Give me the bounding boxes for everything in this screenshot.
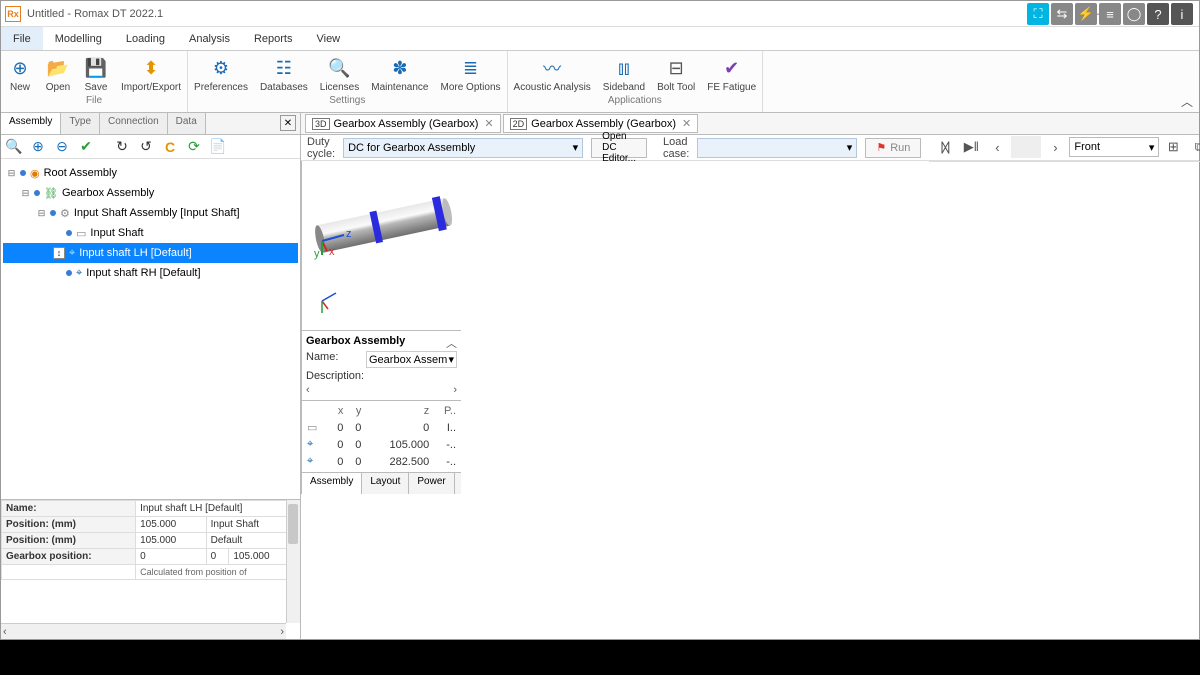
ribbon-sideband[interactable]: ⫾⫾Sideband <box>597 53 651 95</box>
model-tree[interactable]: ⊟◉Root Assembly ⊟⛓Gearbox Assembly ⊟⚙Inp… <box>1 159 300 499</box>
view-slider[interactable] <box>1011 136 1041 158</box>
left-tab-connection[interactable]: Connection <box>100 113 168 134</box>
load-case-select[interactable]: ▾ <box>697 138 857 158</box>
tree-root[interactable]: ⊟◉Root Assembly <box>3 163 298 183</box>
view-grid-icon[interactable]: ⊞ <box>1161 136 1185 158</box>
view-next-icon[interactable]: › <box>1043 136 1067 158</box>
sync-icon[interactable]: ⇆ <box>1051 3 1073 25</box>
ribbon-bolt-tool[interactable]: ⊟Bolt Tool <box>651 53 701 95</box>
tree-remove-icon[interactable]: ⊖ <box>53 138 71 156</box>
ribbon-collapse-icon[interactable]: ︿ <box>1181 93 1193 110</box>
left-tab-data[interactable]: Data <box>168 113 206 134</box>
view-prev-icon[interactable]: ‹ <box>985 136 1009 158</box>
view-copy-icon[interactable]: ⧉ <box>1187 136 1200 158</box>
tree-refresh1-icon[interactable]: ↻ <box>113 138 131 156</box>
ribbon-group-file: File <box>86 95 102 106</box>
help-icon[interactable]: ? <box>1147 3 1169 25</box>
prop-name[interactable]: Input shaft LH [Default] <box>136 501 300 517</box>
ribbon-preferences[interactable]: ⚙Preferences <box>188 53 254 95</box>
ribbon-open[interactable]: 📂Open <box>39 53 77 95</box>
tree-cycle-icon[interactable]: C <box>161 138 179 156</box>
gear-icon[interactable]: ◯ <box>1123 3 1145 25</box>
tree-input-shaft-rh[interactable]: ⌖Input shaft RH [Default] <box>3 263 298 283</box>
tree-refresh2-icon[interactable]: ↺ <box>137 138 155 156</box>
ribbon-acoustic[interactable]: 〰Acoustic Analysis <box>508 53 597 95</box>
left-tab-type[interactable]: Type <box>61 113 100 134</box>
property-grid: Name:Input shaft LH [Default] Position: … <box>1 499 300 639</box>
duty-cycle-select[interactable]: DC for Gearbox Assembly▾ <box>343 138 583 158</box>
tree-input-shaft-lh[interactable]: ↕⌖Input shaft LH [Default] <box>3 243 298 263</box>
menu-bar: File Modelling Loading Analysis Reports … <box>1 27 1199 51</box>
close-icon[interactable]: ✕ <box>484 117 493 130</box>
rpanel-coord-table: xyzP.. ▭000I.. ⌖00105.000-.. ⌖00282.500-… <box>302 401 461 472</box>
ribbon-save[interactable]: 💾Save <box>77 53 115 95</box>
ribbon-more-options[interactable]: ≣More Options <box>435 53 507 95</box>
rpanel-nav-left[interactable]: ‹ <box>306 384 310 396</box>
rpanel-heading: Gearbox Assembly <box>306 335 457 347</box>
rtab-assembly[interactable]: Assembly <box>302 473 362 494</box>
ribbon-group-apps: Applications <box>608 95 662 106</box>
ribbon-maintenance[interactable]: ✽Maintenance <box>365 53 434 95</box>
menu-view[interactable]: View <box>304 27 352 50</box>
bolt-icon[interactable]: ⚡ <box>1075 3 1097 25</box>
duty-cycle-label: Duty cycle: <box>307 136 335 160</box>
svg-text:y: y <box>314 248 320 260</box>
mini-viewport[interactable]: z x y <box>302 161 461 331</box>
menu-loading[interactable]: Loading <box>114 27 177 50</box>
tree-check-icon[interactable]: ✔ <box>77 138 95 156</box>
tree-search-icon[interactable]: 🔍 <box>5 138 23 156</box>
open-dc-editor-button[interactable]: Open DC Editor... <box>591 138 647 158</box>
brand-icon[interactable]: ⛶ <box>1027 3 1049 25</box>
rtab-layout[interactable]: Layout <box>362 473 409 494</box>
chevron-down-icon: ▾ <box>847 141 853 154</box>
window-title: Untitled - Romax DT 2022.1 <box>27 8 1083 20</box>
rpanel-name-field[interactable]: Gearbox Assem▾ <box>366 351 457 368</box>
app-logo: Rx <box>5 6 21 22</box>
close-icon[interactable]: ✕ <box>682 117 691 130</box>
info-icon[interactable]: i <box>1171 3 1193 25</box>
tree-add-icon[interactable]: ⊕ <box>29 138 47 156</box>
load-case-label: Load case: <box>663 136 689 160</box>
tree-input-shaft-assembly[interactable]: ⊟⚙Input Shaft Assembly [Input Shaft] <box>3 203 298 223</box>
rpanel-nav-right[interactable]: › <box>453 384 457 396</box>
prop-pos1-val[interactable]: 105.000 <box>136 517 207 533</box>
list-icon[interactable]: ≡ <box>1099 3 1121 25</box>
tree-input-shaft[interactable]: ▭Input Shaft <box>3 223 298 243</box>
prop-pos2-val[interactable]: 105.000 <box>136 533 207 549</box>
ribbon-import-export[interactable]: ⬍Import/Export <box>115 53 187 95</box>
view-first-icon[interactable]: ᛞ <box>933 136 957 158</box>
view-orientation-select[interactable]: Front▾ <box>1069 137 1159 157</box>
menu-reports[interactable]: Reports <box>242 27 305 50</box>
rpanel-scroll-up[interactable]: ︿ <box>446 335 457 351</box>
ribbon-fe-fatigue[interactable]: ✔FE Fatigue <box>701 53 762 95</box>
svg-text:x: x <box>329 246 335 258</box>
tree-gearbox-assembly[interactable]: ⊟⛓Gearbox Assembly <box>3 183 298 203</box>
svg-text:z: z <box>346 228 352 240</box>
left-panel-close[interactable]: ✕ <box>280 115 296 131</box>
menu-file[interactable]: File <box>1 27 43 50</box>
menu-analysis[interactable]: Analysis <box>177 27 242 50</box>
ribbon-databases[interactable]: ☷Databases <box>254 53 314 95</box>
doc-tab-3d[interactable]: 3DGearbox Assembly (Gearbox)✕ <box>305 114 501 133</box>
tree-sync-icon[interactable]: ⟳ <box>185 138 203 156</box>
ribbon-licenses[interactable]: 🔍Licenses <box>314 53 365 95</box>
doc-tab-2d[interactable]: 2DGearbox Assembly (Gearbox)✕ <box>503 114 699 133</box>
left-tab-assembly[interactable]: Assembly <box>1 113 61 134</box>
tree-report-icon[interactable]: 📄 <box>209 138 227 156</box>
ribbon-group-settings: Settings <box>329 95 365 106</box>
view-playpause-icon[interactable]: ▶‖ <box>959 136 983 158</box>
run-button[interactable]: ⚑Run <box>865 138 921 158</box>
propgrid-vscroll[interactable] <box>286 500 300 623</box>
menu-modelling[interactable]: Modelling <box>43 27 114 50</box>
propgrid-hscroll[interactable]: ‹› <box>1 623 286 639</box>
chevron-down-icon: ▾ <box>573 141 579 154</box>
ribbon-new[interactable]: ⊕New <box>1 53 39 95</box>
rtab-power[interactable]: Power <box>409 473 454 494</box>
